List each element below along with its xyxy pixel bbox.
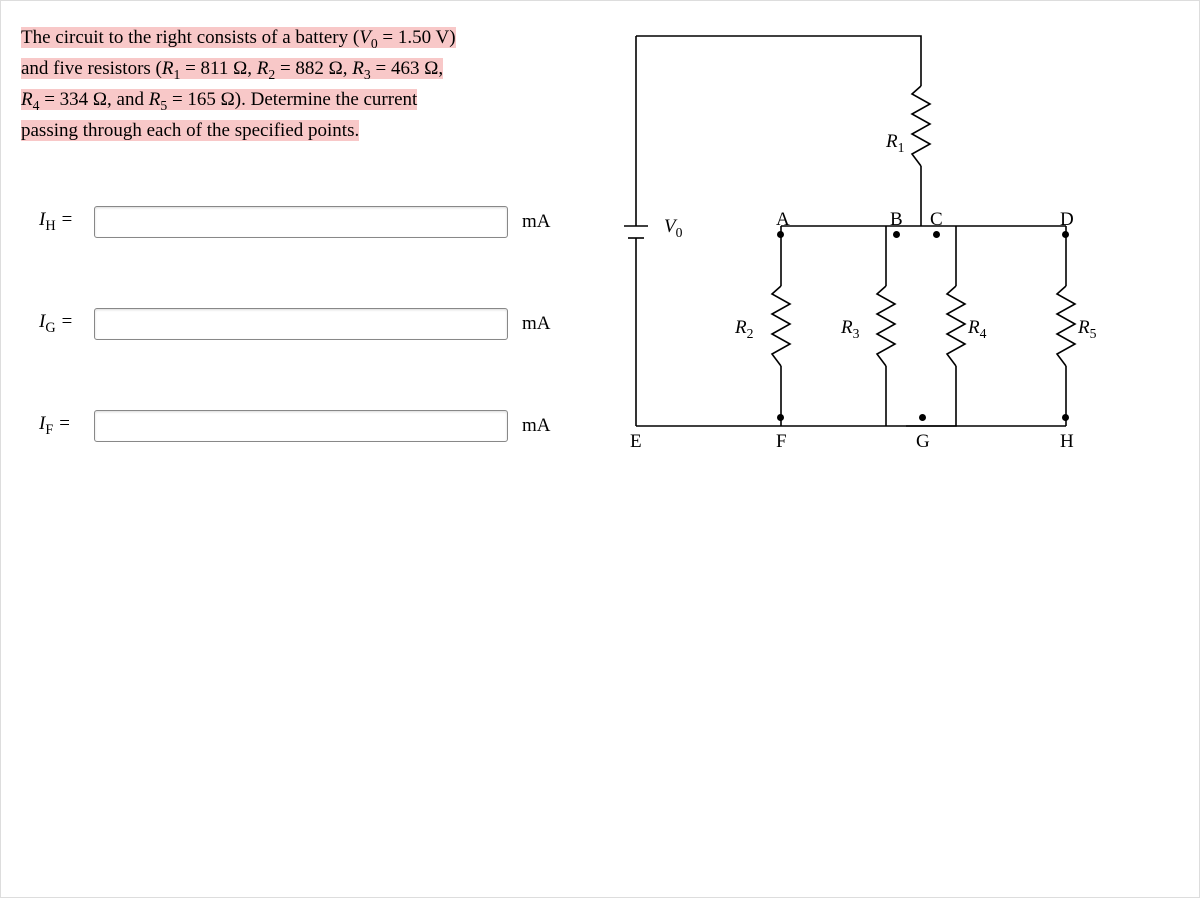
t: = 811 Ω, [180, 58, 256, 79]
label-D: D [1060, 209, 1074, 231]
input-IH[interactable] [94, 206, 508, 238]
label-R5: R5 [1078, 317, 1096, 342]
eq: = [53, 413, 71, 434]
label-G: G [916, 431, 930, 453]
node-D [1062, 231, 1069, 238]
row-IH: IH = mA [39, 206, 551, 238]
answer-inputs: IH = mA IG = mA IF = mA [39, 206, 551, 512]
r: R [352, 58, 364, 79]
row-IG: IG = mA [39, 308, 551, 340]
circuit-diagram: V0 R1 R2 R3 R4 R5 A B C D E F G H [616, 26, 1181, 456]
label-E: E [630, 431, 642, 453]
r: R [257, 58, 269, 79]
problem-text: The circuit to the right consists of a b… [21, 23, 581, 145]
label-R4: R4 [968, 317, 986, 342]
node-A [777, 231, 784, 238]
eq: = [56, 311, 74, 332]
page: The circuit to the right consists of a b… [0, 0, 1200, 898]
circuit-svg [616, 26, 1181, 466]
V0sub: 0 [371, 36, 378, 51]
V: V [359, 27, 371, 48]
eq: = [56, 209, 74, 230]
label-C: C [930, 209, 943, 231]
t: = 165 Ω). Determine the current [167, 89, 417, 110]
unit: mA [522, 211, 551, 233]
s: 3 [364, 67, 371, 82]
input-IF[interactable] [94, 410, 508, 442]
node-G [919, 414, 926, 421]
txt: passing through each of the specified po… [21, 120, 359, 141]
t: = 463 Ω, [371, 58, 443, 79]
sub: G [45, 320, 55, 336]
node-C [933, 231, 940, 238]
t: = 882 Ω, [275, 58, 352, 79]
label-R1: R1 [886, 131, 904, 156]
txt: The circuit to the right consists of a b… [21, 27, 359, 48]
node-B [893, 231, 900, 238]
unit: mA [522, 415, 551, 437]
r: R [21, 89, 33, 110]
label-F: F [776, 431, 787, 453]
t: = 334 Ω, and [39, 89, 148, 110]
label-R2: R2 [735, 317, 753, 342]
unit: mA [522, 313, 551, 335]
sub: H [45, 218, 55, 234]
label-H: H [1060, 431, 1074, 453]
node-F [777, 414, 784, 421]
txt: and five resistors ( [21, 58, 162, 79]
label-V0: V0 [664, 216, 682, 241]
row-IF: IF = mA [39, 410, 551, 442]
input-IG[interactable] [94, 308, 508, 340]
r: R [149, 89, 161, 110]
txt: = 1.50 V) [378, 27, 456, 48]
label-R3: R3 [841, 317, 859, 342]
node-H [1062, 414, 1069, 421]
r: R [162, 58, 174, 79]
label-A: A [776, 209, 790, 231]
label-B: B [890, 209, 903, 231]
